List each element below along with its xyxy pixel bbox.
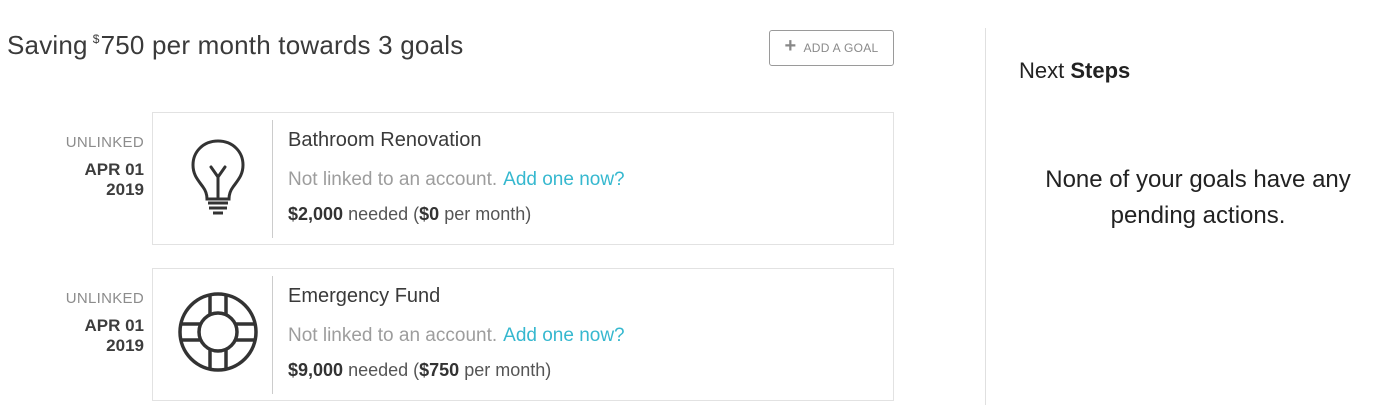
goal-status: UNLINKED: [65, 134, 144, 151]
goal-date-day: APR 01: [84, 316, 144, 335]
life-preserver-icon: [173, 287, 263, 377]
currency-symbol: $: [92, 32, 100, 46]
goal-needed-amount: $2,000: [288, 204, 344, 224]
lightbulb-icon: [173, 131, 263, 221]
goal-link-text: Not linked to an account.: [288, 325, 498, 346]
monthly-amount: 750: [100, 30, 145, 60]
goal-date-day: APR 01: [84, 160, 144, 179]
goal-link-status: Not linked to an account. Add one now?: [288, 169, 625, 191]
goal-date-year: 2019: [106, 180, 144, 199]
goal-divider: [272, 120, 273, 238]
goal-date: UNLINKED APR 01 2019: [0, 290, 144, 356]
add-account-link[interactable]: Add one now?: [503, 325, 625, 346]
next-steps-title-light: Next: [1019, 58, 1065, 83]
goal-needed: $9,000 needed ($750 per month): [288, 360, 551, 381]
goals-page: Saving $750 per month towards 3 goals + A…: [0, 0, 1390, 405]
page-title: Saving $750 per month towards 3 goals: [7, 30, 463, 61]
goal-card[interactable]: Bathroom Renovation Not linked to an acc…: [152, 112, 894, 245]
goal-needed-amount: $9,000: [288, 360, 344, 380]
goal-date: UNLINKED APR 01 2019: [0, 134, 144, 200]
title-prefix: Saving: [7, 30, 88, 60]
title-suffix: per month towards 3 goals: [152, 30, 464, 60]
goal-status: UNLINKED: [65, 290, 144, 307]
goal-name: Emergency Fund: [288, 285, 441, 307]
next-steps-title: Next Steps: [1019, 58, 1130, 84]
goal-needed-label: needed (: [348, 360, 420, 380]
goal-needed-label: needed (: [348, 204, 420, 224]
add-account-link[interactable]: Add one now?: [503, 169, 625, 190]
plus-icon: +: [784, 35, 797, 57]
goal-divider: [272, 276, 273, 394]
goal-monthly-amount: $750: [419, 360, 460, 380]
next-steps-title-bold: Steps: [1070, 58, 1131, 83]
goal-monthly-label: per month): [444, 204, 532, 224]
goal-date-year: 2019: [106, 336, 144, 355]
goal-monthly-label: per month): [464, 360, 552, 380]
goal-needed: $2,000 needed ($0 per month): [288, 204, 531, 225]
goal-card[interactable]: Emergency Fund Not linked to an account.…: [152, 268, 894, 401]
goal-link-text: Not linked to an account.: [288, 169, 498, 190]
add-goal-label: ADD A GOAL: [803, 41, 879, 55]
next-steps-message: None of your goals have any pending acti…: [1045, 166, 1351, 229]
column-divider: [985, 28, 986, 405]
goal-monthly-amount: $0: [419, 204, 440, 224]
goal-name: Bathroom Renovation: [288, 129, 482, 151]
add-goal-button[interactable]: + ADD A GOAL: [769, 30, 894, 66]
goal-link-status: Not linked to an account. Add one now?: [288, 325, 625, 347]
